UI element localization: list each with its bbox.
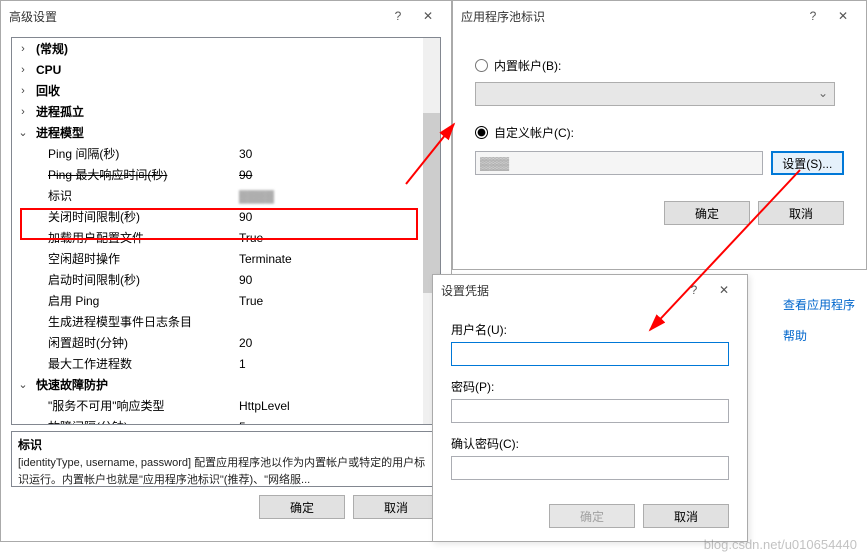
close-icon[interactable]: ✕ xyxy=(413,4,443,28)
ok-button[interactable]: 确定 xyxy=(259,495,345,519)
username-input[interactable] xyxy=(451,342,729,366)
help-icon[interactable]: ? xyxy=(383,4,413,28)
custom-radio[interactable] xyxy=(475,126,488,139)
row-label: 启用 Ping xyxy=(30,292,99,309)
grid-row[interactable]: Ping 间隔(秒) 30 xyxy=(12,143,440,164)
cancel-button[interactable]: 取消 xyxy=(353,495,439,519)
password-label: 密码(P): xyxy=(451,378,729,395)
grid-category[interactable]: ›进程孤立 xyxy=(12,101,440,122)
identity-dialog-title: 应用程序池标识 xyxy=(461,8,798,25)
row-label: 加载用户配置文件 xyxy=(30,229,144,246)
left-dialog-title: 高级设置 xyxy=(9,8,383,25)
grid-row[interactable]: 加载用户配置文件 True xyxy=(12,227,440,248)
grid-label: 进程模型 xyxy=(30,124,84,141)
grid-category[interactable]: ⌄进程模型 xyxy=(12,122,440,143)
row-label: Ping 间隔(秒) xyxy=(30,145,119,162)
help-link[interactable]: 帮助 xyxy=(783,327,855,344)
grid-label: 进程孤立 xyxy=(30,103,84,120)
set-button[interactable]: 设置(S)... xyxy=(771,151,844,175)
row-value[interactable]: ▓▓▓▓ xyxy=(239,189,274,203)
grid-row[interactable]: Ping 最大响应时间(秒) 90 xyxy=(12,164,440,185)
row-label: Ping 最大响应时间(秒) xyxy=(30,166,167,183)
grid-row[interactable]: 故障间隔(分钟) 5 xyxy=(12,416,440,425)
row-label: 最大工作进程数 xyxy=(30,355,132,372)
row-value[interactable]: 1 xyxy=(239,357,246,371)
row-value[interactable]: True xyxy=(239,231,263,245)
grid-row[interactable]: 最大工作进程数 1 xyxy=(12,353,440,374)
confirm-label: 确认密码(C): xyxy=(451,435,729,452)
watermark: blog.csdn.net/u010654440 xyxy=(704,537,857,552)
help-icon[interactable]: ? xyxy=(679,278,709,302)
grid-category[interactable]: ›回收 xyxy=(12,80,440,101)
scrollbar-thumb[interactable] xyxy=(423,113,440,293)
grid-row[interactable]: "服务不可用"响应类型 HttpLevel xyxy=(12,395,440,416)
ok-button[interactable]: 确定 xyxy=(549,504,635,528)
grid-row[interactable]: 生成进程模型事件日志条目 xyxy=(12,311,440,332)
grid-row[interactable]: 标识 ▓▓▓▓ xyxy=(12,185,440,206)
custom-label: 自定义帐户(C): xyxy=(494,124,574,141)
row-value[interactable]: 90 xyxy=(239,210,252,224)
grid-row[interactable]: 关闭时间限制(秒) 90 xyxy=(12,206,440,227)
row-label: 启动时间限制(秒) xyxy=(30,271,140,288)
row-label: 故障间隔(分钟) xyxy=(30,418,128,425)
grid-row[interactable]: 闲置超时(分钟) 20 xyxy=(12,332,440,353)
help-icon[interactable]: ? xyxy=(798,4,828,28)
row-label: 空闲超时操作 xyxy=(30,250,120,267)
row-label: "服务不可用"响应类型 xyxy=(30,397,165,414)
cancel-button[interactable]: 取消 xyxy=(758,201,844,225)
view-apps-link[interactable]: 查看应用程序 xyxy=(783,296,855,313)
row-label: 关闭时间限制(秒) xyxy=(30,208,140,225)
row-value[interactable]: 90 xyxy=(239,273,252,287)
row-label: 标识 xyxy=(30,187,72,204)
grid-label: 快速故障防护 xyxy=(30,376,108,393)
expand-icon[interactable]: › xyxy=(16,85,30,97)
builtin-label: 内置帐户(B): xyxy=(494,57,561,74)
cancel-button[interactable]: 取消 xyxy=(643,504,729,528)
builtin-combo[interactable]: ⌄ xyxy=(475,82,835,106)
credentials-title: 设置凭据 xyxy=(441,282,679,299)
close-icon[interactable]: ✕ xyxy=(709,278,739,302)
property-grid: ›(常规)›CPU›回收›进程孤立⌄进程模型Ping 间隔(秒)30Ping 最… xyxy=(11,37,441,425)
grid-label: 回收 xyxy=(30,82,60,99)
close-icon[interactable]: ✕ xyxy=(828,4,858,28)
row-value[interactable]: 5 xyxy=(239,420,246,426)
desc-title: 标识 xyxy=(18,436,434,453)
ok-button[interactable]: 确定 xyxy=(664,201,750,225)
chevron-down-icon: ⌄ xyxy=(818,86,828,100)
expand-icon[interactable]: ⌄ xyxy=(16,378,30,391)
row-value[interactable]: HttpLevel xyxy=(239,399,290,413)
builtin-radio[interactable] xyxy=(475,59,488,72)
expand-icon[interactable]: ⌄ xyxy=(16,126,30,139)
confirm-input[interactable] xyxy=(451,456,729,480)
grid-category[interactable]: ›CPU xyxy=(12,59,440,80)
row-label: 闲置超时(分钟) xyxy=(30,334,128,351)
row-value[interactable]: 20 xyxy=(239,336,252,350)
grid-row[interactable]: 空闲超时操作 Terminate xyxy=(12,248,440,269)
expand-icon[interactable]: › xyxy=(16,43,30,55)
grid-label: CPU xyxy=(30,63,61,77)
row-label: 生成进程模型事件日志条目 xyxy=(30,313,192,330)
row-value[interactable]: 30 xyxy=(239,147,252,161)
custom-account-input[interactable] xyxy=(475,151,763,175)
description-panel: 标识 [identityType, username, password] 配置… xyxy=(11,431,441,487)
username-label: 用户名(U): xyxy=(451,321,729,338)
desc-body: [identityType, username, password] 配置应用程… xyxy=(18,455,434,488)
grid-category[interactable]: ›(常规) xyxy=(12,38,440,59)
row-value[interactable]: True xyxy=(239,294,263,308)
row-value[interactable]: 90 xyxy=(239,168,252,182)
grid-label: (常规) xyxy=(30,40,68,57)
expand-icon[interactable]: › xyxy=(16,106,30,118)
row-value[interactable]: Terminate xyxy=(239,252,292,266)
expand-icon[interactable]: › xyxy=(16,64,30,76)
grid-category[interactable]: ⌄快速故障防护 xyxy=(12,374,440,395)
grid-row[interactable]: 启用 Ping True xyxy=(12,290,440,311)
password-input[interactable] xyxy=(451,399,729,423)
grid-row[interactable]: 启动时间限制(秒) 90 xyxy=(12,269,440,290)
